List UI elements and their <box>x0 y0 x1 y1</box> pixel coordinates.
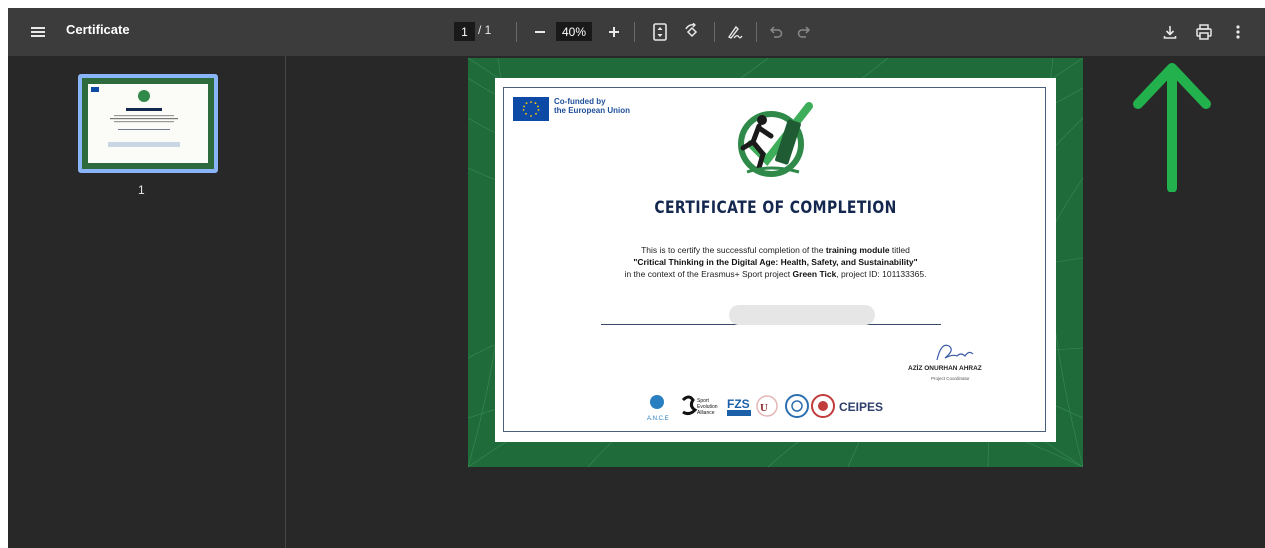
redo-button[interactable] <box>792 20 816 44</box>
zoom-level-input[interactable] <box>556 22 592 41</box>
green-arrow-annotation <box>1133 63 1211 192</box>
svg-text:Alliance: Alliance <box>697 410 715 416</box>
toolbar-divider <box>516 22 517 42</box>
fit-to-page-button[interactable] <box>648 20 672 44</box>
thumbnail-certificate-image <box>91 87 180 147</box>
svg-text:A.N.C.E: A.N.C.E <box>647 416 669 422</box>
svg-text:U: U <box>760 402 768 414</box>
download-button[interactable] <box>1158 20 1182 44</box>
project-name: Green Tick <box>792 269 837 279</box>
more-actions-button[interactable] <box>1226 20 1250 44</box>
document-viewer[interactable]: Co-funded by the European Union CERTIFIC… <box>286 56 1265 548</box>
minus-icon <box>535 31 545 33</box>
toolbar-divider <box>756 22 757 42</box>
thumbnail-sidebar: 1 <box>8 56 286 548</box>
eu-flag-logo <box>513 97 549 121</box>
print-button[interactable] <box>1192 20 1216 44</box>
redo-icon <box>797 26 811 38</box>
body-line-1: This is to certify the successful comple… <box>495 244 1056 256</box>
page-number-input[interactable] <box>454 22 475 41</box>
certificate-body: This is to certify the successful comple… <box>495 244 1056 280</box>
download-icon <box>1163 26 1177 39</box>
module-title: "Critical Thinking in the Digital Age: H… <box>633 257 918 267</box>
annotate-button[interactable] <box>723 20 747 44</box>
svg-text:FZS: FZS <box>727 397 750 411</box>
body-line-3: in the context of the Erasmus+ Sport pro… <box>495 268 1056 280</box>
certificate-sheet: Co-funded by the European Union CERTIFIC… <box>495 78 1056 442</box>
body-line-1-text: This is to certify the successful comple… <box>641 245 826 255</box>
body-line-3-end: , project ID: 101133365. <box>836 269 927 279</box>
zoom-in-button[interactable] <box>602 20 626 44</box>
eu-text-line2: the European Union <box>554 106 630 115</box>
zoom-out-button[interactable] <box>528 20 552 44</box>
thumbnail-page-number: 1 <box>138 183 145 197</box>
certificate-title: CERTIFICATE OF COMPLETION <box>654 198 897 218</box>
page-total: / 1 <box>478 23 492 37</box>
fit-to-page-icon <box>653 23 667 41</box>
thumbnail-preview <box>88 84 208 163</box>
body-line-1-end: titled <box>889 245 910 255</box>
document-title: Certificate <box>66 22 130 37</box>
pen-icon <box>727 25 743 39</box>
print-icon <box>1196 24 1212 40</box>
signatory-role: Project Coordinator <box>931 376 970 381</box>
signatory-name: AZİZ ONURHAN AHRAZ <box>908 365 982 372</box>
pdf-viewer-window: Certificate / 1 <box>8 8 1265 548</box>
toolbar-divider <box>714 22 715 42</box>
svg-text:CEIPES: CEIPES <box>839 400 883 414</box>
body-line-1-bold: training module <box>825 245 890 255</box>
body-line-2: "Critical Thinking in the Digital Age: H… <box>495 256 1056 268</box>
pdf-page: Co-funded by the European Union CERTIFIC… <box>468 58 1083 467</box>
redacted-recipient-name <box>729 305 875 325</box>
plus-icon <box>609 27 619 37</box>
toolbar: Certificate / 1 <box>8 8 1265 56</box>
menu-button[interactable] <box>26 20 50 44</box>
eu-text-line1: Co-funded by <box>554 97 606 106</box>
more-vert-icon <box>1236 25 1240 39</box>
page-thumbnail[interactable] <box>78 74 218 173</box>
handwritten-signature <box>936 344 974 361</box>
hamburger-menu-icon <box>31 27 45 37</box>
body-line-3-text: in the context of the Erasmus+ Sport pro… <box>624 269 793 279</box>
toolbar-divider <box>634 22 635 42</box>
rotate-icon <box>685 23 698 38</box>
undo-button[interactable] <box>764 20 788 44</box>
rotate-button[interactable] <box>680 20 704 44</box>
eu-cofunded-text: Co-funded by the European Union <box>554 97 630 115</box>
partner-logos: A.N.C.E Sport Evolution Alliance FZS U C… <box>647 394 883 422</box>
undo-icon <box>769 26 783 38</box>
green-tick-runner-logo <box>738 102 813 177</box>
